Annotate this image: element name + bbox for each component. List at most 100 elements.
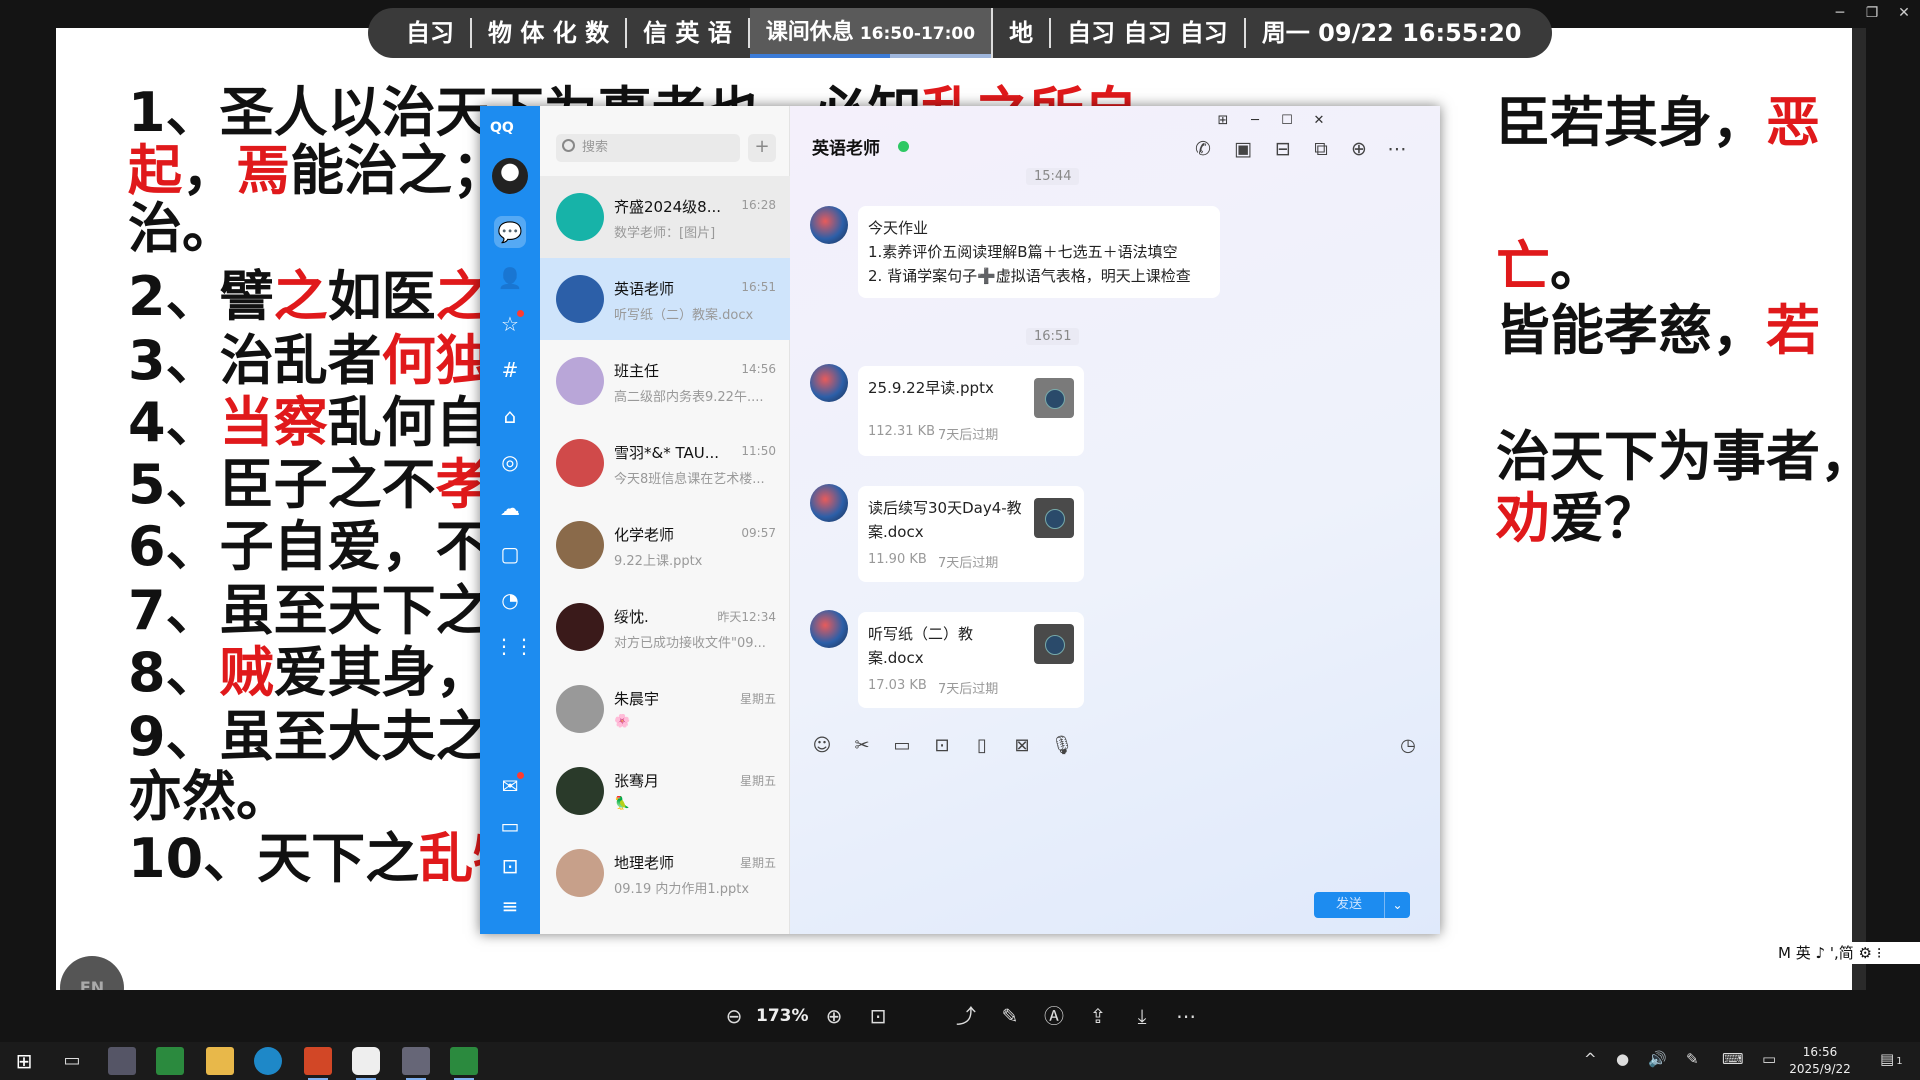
folder-icon[interactable]: ▭ (494, 810, 526, 842)
apps-grid-icon[interactable]: ⋮⋮ (494, 630, 534, 662)
tray-expand-icon[interactable]: ^ (1584, 1050, 1597, 1068)
slide-line: 劝爱？ (1496, 488, 1658, 550)
close-button[interactable]: ✕ (1306, 110, 1332, 132)
qq-taskbar-icon[interactable] (352, 1047, 380, 1080)
chat-icon[interactable]: 💬 (494, 216, 526, 248)
favorites-icon[interactable]: ⊡ (494, 850, 526, 882)
slide-text: 能治之； (290, 139, 506, 202)
mail-icon[interactable]: ✉ (494, 770, 526, 802)
emoji-icon[interactable]: ☺ (810, 734, 834, 758)
more-icon[interactable]: ⋯ (1384, 136, 1410, 162)
slide-line-number: 9、 (128, 705, 220, 768)
tray-app-icon[interactable]: ● (1616, 1050, 1629, 1068)
conversation-item[interactable]: 雪羽*&* TAU... 11:50 今天8班信息课在艺术楼... (540, 422, 790, 504)
notification-icon[interactable]: ▤ 1 (1880, 1050, 1903, 1068)
send-button[interactable]: 发送 (1314, 892, 1384, 918)
conversation-item[interactable]: 张骞月 星期五 🦜 (540, 750, 790, 832)
remote-assist-icon[interactable]: ⧉ (1308, 136, 1334, 162)
video-call-icon[interactable]: ▣ (1230, 136, 1256, 162)
contacts-icon[interactable]: 👤 (494, 262, 526, 294)
book-icon[interactable]: ⌂ (494, 400, 526, 432)
app-icon[interactable] (108, 1047, 136, 1075)
maximize-button[interactable]: ☐ (1274, 110, 1300, 132)
microphone-icon[interactable]: 🎙 (1050, 734, 1074, 758)
more-icon[interactable]: ⋯ (1172, 1004, 1200, 1028)
viewer-restore-button[interactable]: ❐ (1856, 0, 1888, 28)
file-size: 11.90 KB (868, 552, 927, 567)
download-icon[interactable] (1034, 624, 1074, 664)
keyboard-icon[interactable]: ⌨ (1722, 1050, 1744, 1068)
conversation-item[interactable]: 化学老师 09:57 9.22上课.pptx (540, 504, 790, 586)
powerpoint-icon[interactable] (304, 1047, 332, 1080)
conversation-avatar (556, 357, 604, 405)
ocr-icon[interactable]: Ⓐ (1040, 1004, 1068, 1028)
app-icon[interactable] (450, 1047, 478, 1080)
pin-icon[interactable]: ⊞ (1210, 110, 1236, 132)
slide-text: ， (182, 139, 236, 202)
conversation-item[interactable]: 地理老师 星期五 09.19 内力作用1.pptx (540, 832, 790, 914)
star-icon[interactable]: ☆ (494, 308, 526, 340)
red-packet-icon[interactable]: ⊠ (1010, 734, 1034, 758)
conversation-item[interactable]: 班主任 14:56 高二级部内务表9.22午.... (540, 340, 790, 422)
conversation-item[interactable]: 齐盛2024级8... 16:28 数学老师：[图片] (540, 176, 790, 258)
conversation-time: 14:56 (741, 362, 776, 376)
ime-toolbar[interactable]: M 英 ♪ ',简 ⚙ ⁝ (1772, 942, 1920, 964)
document-icon[interactable]: ▢ (494, 538, 526, 570)
viewer-close-button[interactable]: ✕ (1888, 0, 1920, 28)
message-line: 2. 背诵学案句子➕虚拟语气表格，明天上课检查 (868, 267, 1191, 285)
conversation-time: 星期五 (739, 692, 776, 706)
minimize-button[interactable]: ─ (1242, 110, 1268, 132)
game-icon[interactable]: ◎ (494, 446, 526, 478)
menu-icon[interactable]: ≡ (494, 890, 526, 922)
app-icon[interactable] (402, 1047, 430, 1080)
file-card[interactable]: 听写纸（二）教案.docx 17.03 KB 7天后过期 (858, 612, 1084, 708)
user-avatar[interactable] (492, 158, 528, 194)
download-icon[interactable] (1034, 378, 1074, 418)
volume-icon[interactable]: 🔊 (1648, 1050, 1667, 1068)
edit-icon[interactable]: ✎ (996, 1004, 1024, 1028)
display-icon[interactable]: ▭ (1762, 1050, 1776, 1068)
conversation-name: 雪羽*&* TAU... (614, 444, 720, 462)
zoom-out-icon[interactable]: ⊖ (720, 1004, 748, 1028)
sender-avatar[interactable] (810, 206, 848, 244)
file-explorer-icon[interactable] (206, 1047, 234, 1075)
voice-call-icon[interactable]: ✆ (1190, 136, 1216, 162)
edge-icon[interactable] (254, 1047, 282, 1075)
screen-share-icon[interactable]: ⊟ (1270, 136, 1296, 162)
send-options-button[interactable]: ⌄ (1384, 892, 1410, 918)
shake-icon[interactable]: ▯ (970, 734, 994, 758)
zoom-in-icon[interactable]: ⊕ (820, 1004, 848, 1028)
channel-icon[interactable]: # (494, 354, 526, 386)
share-icon[interactable]: ⇪ (1084, 1004, 1112, 1028)
sender-avatar[interactable] (810, 364, 848, 402)
search-input[interactable]: 搜索 (556, 134, 740, 162)
sender-avatar[interactable] (810, 484, 848, 522)
task-view-icon[interactable]: ▭ (58, 1047, 86, 1075)
image-icon[interactable]: ⊡ (930, 734, 954, 758)
tray-clock[interactable]: 16:56 2025/9/22 (1780, 1044, 1860, 1078)
file-card[interactable]: 25.9.22早读.pptx 112.31 KB 7天后过期 (858, 366, 1084, 456)
viewer-minimize-button[interactable]: ─ (1824, 0, 1856, 28)
conversation-item[interactable]: 英语老师 16:51 听写纸（二）教案.docx (540, 258, 790, 340)
add-member-icon[interactable]: ⊕ (1346, 136, 1372, 162)
start-icon[interactable]: ⊞ (10, 1047, 38, 1075)
rotate-icon[interactable]: ⤴ (952, 1004, 980, 1028)
pen-icon[interactable]: ✎ (1686, 1050, 1699, 1068)
download-icon[interactable] (1034, 498, 1074, 538)
conversation-preview: 9.22上课.pptx (614, 554, 703, 569)
slide-line-number: 10、 (128, 827, 258, 890)
file-icon[interactable]: ▭ (890, 734, 914, 758)
download-icon[interactable]: ⤓ (1128, 1004, 1156, 1028)
screenshot-icon[interactable]: ✂ (850, 734, 874, 758)
add-button[interactable]: + (748, 134, 776, 162)
app-icon[interactable] (156, 1047, 184, 1075)
conversation-item[interactable]: 绥忱. 昨天12:34 对方已成功接收文件"09... (540, 586, 790, 668)
actual-size-icon[interactable]: ⊡ (864, 1004, 892, 1028)
sender-avatar[interactable] (810, 610, 848, 648)
conversation-item[interactable]: 朱晨宇 星期五 🌸 (540, 668, 790, 750)
cloud-icon[interactable]: ☁ (494, 492, 526, 524)
schedule-active-segment: 课间休息 16:50-17:00 (749, 8, 994, 58)
file-card[interactable]: 读后续写30天Day4-教案.docx 11.90 KB 7天后过期 (858, 486, 1084, 582)
planet-icon[interactable]: ◔ (494, 584, 526, 616)
history-icon[interactable]: ◷ (1396, 734, 1420, 758)
